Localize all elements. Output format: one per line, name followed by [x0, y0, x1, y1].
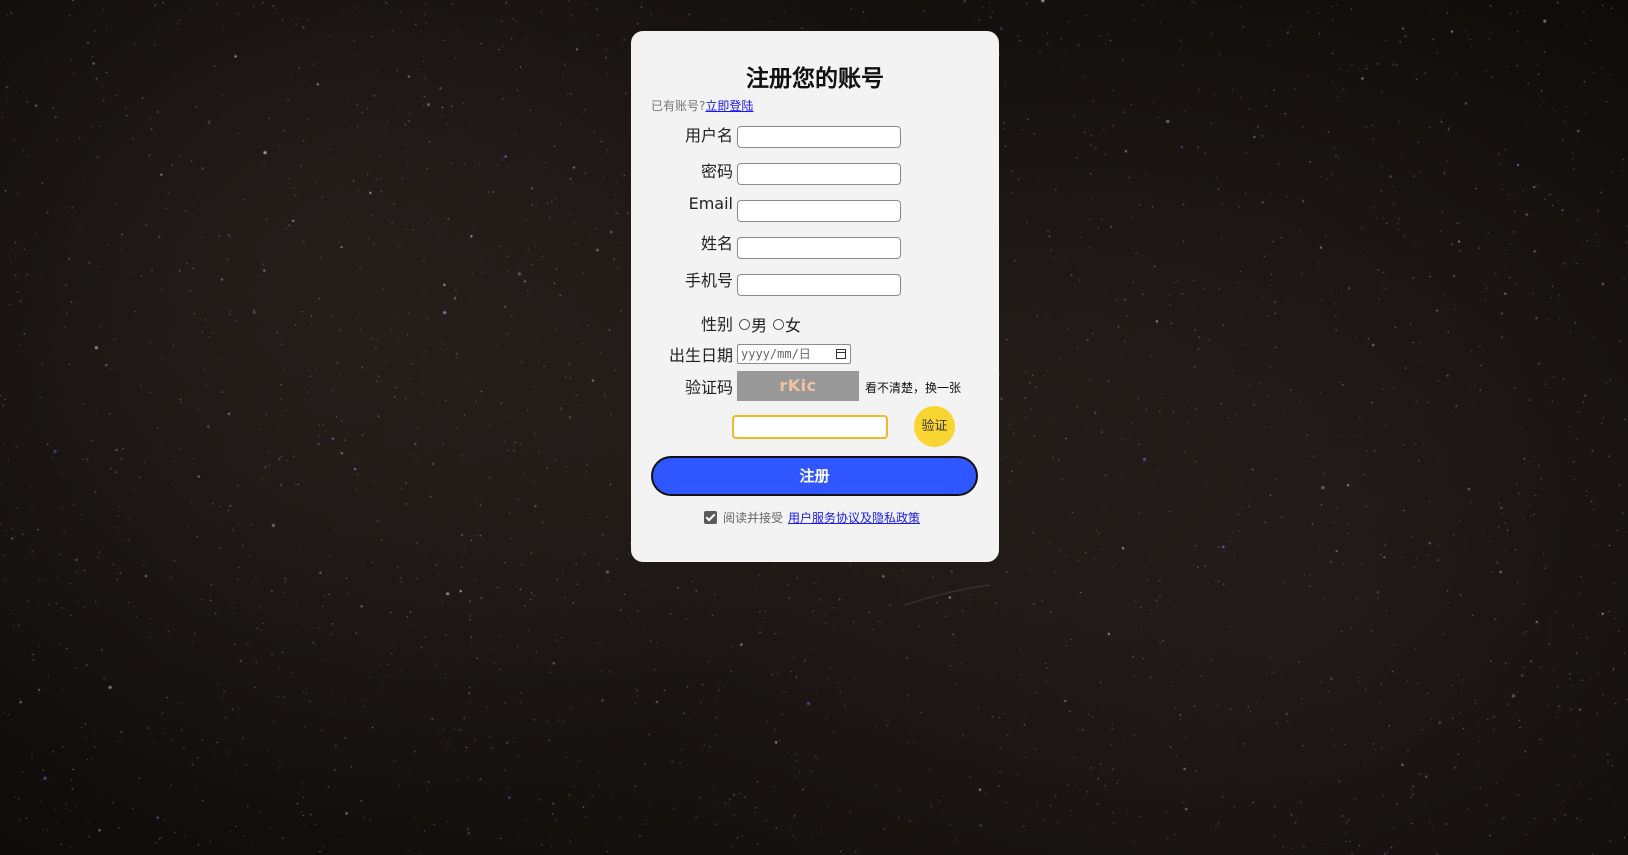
radio-male[interactable] [739, 318, 750, 330]
radio-female[interactable] [773, 318, 785, 330]
agreement-row: 阅读并接受 用户服务协议及隐私政策 [704, 509, 920, 526]
gender-option-male[interactable]: 男 [737, 312, 767, 336]
captcha-refresh-link[interactable]: 看不清楚，换一张 [865, 379, 961, 396]
gender-male-label: 男 [751, 316, 768, 335]
name-input[interactable] [737, 237, 901, 259]
login-link[interactable]: 立即登陆 [705, 99, 753, 113]
login-prompt: 已有账号? [651, 99, 706, 113]
password-input[interactable] [737, 163, 901, 185]
username-label: 用户名 [684, 126, 733, 145]
page-title: 注册您的账号 [746, 66, 884, 92]
birthdate-placeholder: yyyy/mm/日 [741, 347, 811, 361]
password-label: 密码 [700, 162, 733, 181]
gender-label: 性别 [700, 315, 733, 334]
name-label: 姓名 [700, 234, 733, 253]
gender-option-female[interactable]: 女 [771, 312, 801, 336]
captcha-image[interactable]: rKic [737, 371, 859, 401]
gender-radio-group: 男 女 [737, 312, 805, 336]
captcha-input[interactable] [732, 415, 888, 439]
phone-label: 手机号 [684, 271, 733, 290]
gender-female-label: 女 [785, 316, 802, 335]
agreement-link[interactable]: 用户服务协议及隐私政策 [788, 509, 920, 526]
birthdate-label: 出生日期 [668, 346, 733, 365]
email-input[interactable] [737, 200, 901, 222]
username-input[interactable] [737, 126, 901, 148]
phone-input[interactable] [737, 274, 901, 296]
checkbox-checked-icon[interactable] [704, 511, 717, 524]
register-button[interactable]: 注册 [651, 456, 978, 496]
calendar-icon[interactable] [836, 349, 846, 359]
register-card: 注册您的账号 已有账号?立即登陆 用户名 密码 Email 姓名 手机号 性别 … [631, 31, 999, 562]
email-label: Email [688, 194, 733, 213]
captcha-label: 验证码 [684, 378, 733, 397]
agreement-prefix: 阅读并接受 [723, 511, 784, 525]
birthdate-input[interactable]: yyyy/mm/日 [737, 344, 851, 364]
verify-button[interactable]: 验证 [914, 406, 955, 447]
login-hint: 已有账号?立即登陆 [651, 97, 753, 114]
